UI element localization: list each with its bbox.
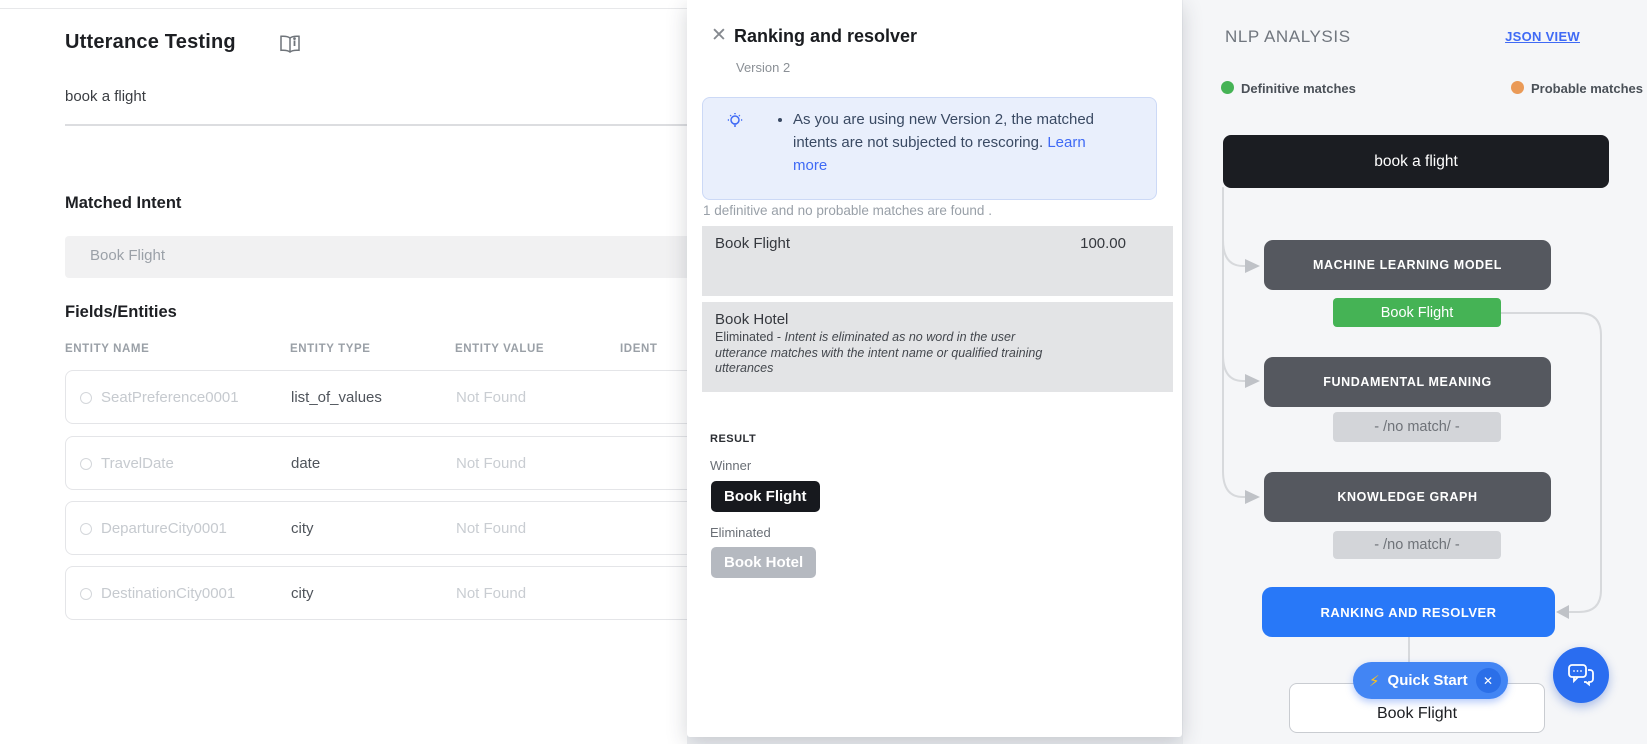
lightbulb-icon	[725, 111, 745, 131]
entity-type: city	[291, 520, 314, 537]
chat-bubbles-icon	[1567, 662, 1595, 688]
quick-start-button[interactable]: ⚡ Quick Start ✕	[1353, 662, 1508, 699]
eliminated-label: Eliminated	[710, 525, 771, 540]
kg-no-match-badge: - /no match/ -	[1333, 531, 1501, 559]
entity-name: DestinationCity0001	[101, 585, 235, 602]
top-divider	[0, 8, 687, 9]
table-row[interactable]: SeatPreference0001 list_of_values Not Fo…	[65, 370, 725, 424]
row-radio-icon[interactable]	[80, 523, 92, 535]
knowledge-graph-node[interactable]: KNOWLEDGE GRAPH	[1264, 472, 1551, 522]
elimination-note: Eliminated - Intent is eliminated as no …	[715, 330, 1060, 377]
entity-value: Not Found	[456, 389, 526, 406]
ml-match-badge[interactable]: Book Flight	[1333, 298, 1501, 327]
table-row[interactable]: DepartureCity0001 city Not Found	[65, 501, 725, 555]
score-row-book-flight: Book Flight 100.00	[702, 226, 1173, 296]
entity-value: Not Found	[456, 455, 526, 472]
page-title: Utterance Testing	[65, 31, 236, 54]
row-radio-icon[interactable]	[80, 392, 92, 404]
utterance-input[interactable]: book a flight	[65, 88, 146, 105]
fields-entities-label: Fields/Entities	[65, 303, 177, 322]
entity-name: SeatPreference0001	[101, 389, 239, 406]
row-radio-icon[interactable]	[80, 588, 92, 600]
table-row[interactable]: TravelDate date Not Found	[65, 436, 725, 490]
result-heading: RESULT	[710, 433, 756, 445]
matched-intent-label: Matched Intent	[65, 194, 181, 213]
intent-name: Book Hotel	[715, 311, 788, 328]
fundamental-meaning-node[interactable]: FUNDAMENTAL MEANING	[1264, 357, 1551, 407]
score-row-book-hotel: Book Hotel Eliminated - Intent is elimin…	[702, 302, 1173, 392]
col-entity-type: ENTITY TYPE	[290, 343, 371, 355]
entities-table-header: ENTITY NAME ENTITY TYPE ENTITY VALUE IDE…	[65, 343, 765, 357]
table-row[interactable]: DestinationCity0001 city Not Found	[65, 566, 725, 620]
row-radio-icon[interactable]	[80, 458, 92, 470]
intent-name: Book Flight	[715, 235, 790, 252]
close-icon[interactable]: ✕	[711, 26, 727, 45]
entity-type: date	[291, 455, 320, 472]
utterance-input-underline	[65, 124, 690, 126]
winner-label: Winner	[710, 458, 751, 473]
entity-type: list_of_values	[291, 389, 382, 406]
nlp-analysis-panel: NLP ANALYSIS JSON VIEW Definitive matche…	[1182, 0, 1647, 744]
fm-no-match-badge: - /no match/ -	[1333, 412, 1501, 442]
version-info-banner: As you are using new Version 2, the matc…	[702, 97, 1157, 200]
matched-intent-field: Book Flight	[65, 236, 725, 278]
utterance-testing-panel: Utterance Testing book a flight Matched …	[0, 0, 687, 744]
col-entity-value: ENTITY VALUE	[455, 343, 544, 355]
ranking-resolver-modal: ✕ Ranking and resolver Version 2 As you …	[687, 0, 1182, 737]
docs-book-icon[interactable]	[279, 35, 301, 54]
lightning-bolt-icon: ⚡	[1369, 672, 1380, 690]
col-entity-name: ENTITY NAME	[65, 343, 149, 355]
entity-type: city	[291, 585, 314, 602]
ranking-and-resolver-node[interactable]: RANKING AND RESOLVER	[1262, 587, 1555, 637]
modal-title: Ranking and resolver	[734, 26, 917, 47]
chat-fab-button[interactable]	[1553, 647, 1609, 703]
col-identified: IDENT	[620, 343, 658, 355]
eliminated-badge: Book Hotel	[711, 547, 816, 578]
machine-learning-model-node[interactable]: MACHINE LEARNING MODEL	[1264, 240, 1551, 290]
modal-version: Version 2	[736, 60, 790, 75]
utterance-node: book a flight	[1223, 135, 1609, 188]
entity-value: Not Found	[456, 585, 526, 602]
entity-name: DepartureCity0001	[101, 520, 227, 537]
entity-name: TravelDate	[101, 455, 174, 472]
quick-start-label: Quick Start	[1388, 672, 1468, 689]
entity-value: Not Found	[456, 520, 526, 537]
matched-intent-value: Book Flight	[90, 247, 165, 264]
app-screen: Utterance Testing book a flight Matched …	[0, 0, 1647, 744]
intent-score: 100.00	[1080, 235, 1126, 252]
info-text-list: As you are using new Version 2, the matc…	[793, 108, 1118, 177]
quick-start-close-icon[interactable]: ✕	[1476, 668, 1501, 693]
winner-badge: Book Flight	[711, 481, 820, 512]
matches-summary: 1 definitive and no probable matches are…	[703, 203, 992, 218]
